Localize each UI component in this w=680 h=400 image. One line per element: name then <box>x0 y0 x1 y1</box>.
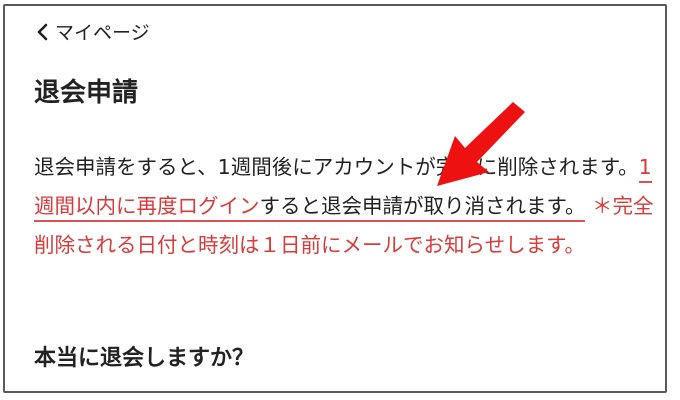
back-link-label: マイページ <box>55 22 150 44</box>
page-title: 退会申請 <box>34 78 139 108</box>
confirm-question: 本当に退会しますか？ <box>34 346 255 371</box>
withdrawal-explanation: 退会申請をすると、1週間後にアカウントが完全に削除されます。1週間以内に再度ログ… <box>34 148 654 265</box>
explanation-text-cont: すると退会申請が <box>259 194 424 222</box>
screenshot-frame: マイページ 退会申請 退会申請をすると、1週間後にアカウントが完全に削除されます… <box>3 4 667 393</box>
explanation-text: 退会申請をすると、1週間後にアカウントが完全に削除されます。 <box>34 155 639 179</box>
cancellation-text: 取り消されます。 <box>423 194 586 222</box>
red-arrow-annotation <box>431 102 531 192</box>
chevron-left-icon <box>35 23 49 41</box>
back-to-mypage-link[interactable]: マイページ <box>35 18 150 45</box>
